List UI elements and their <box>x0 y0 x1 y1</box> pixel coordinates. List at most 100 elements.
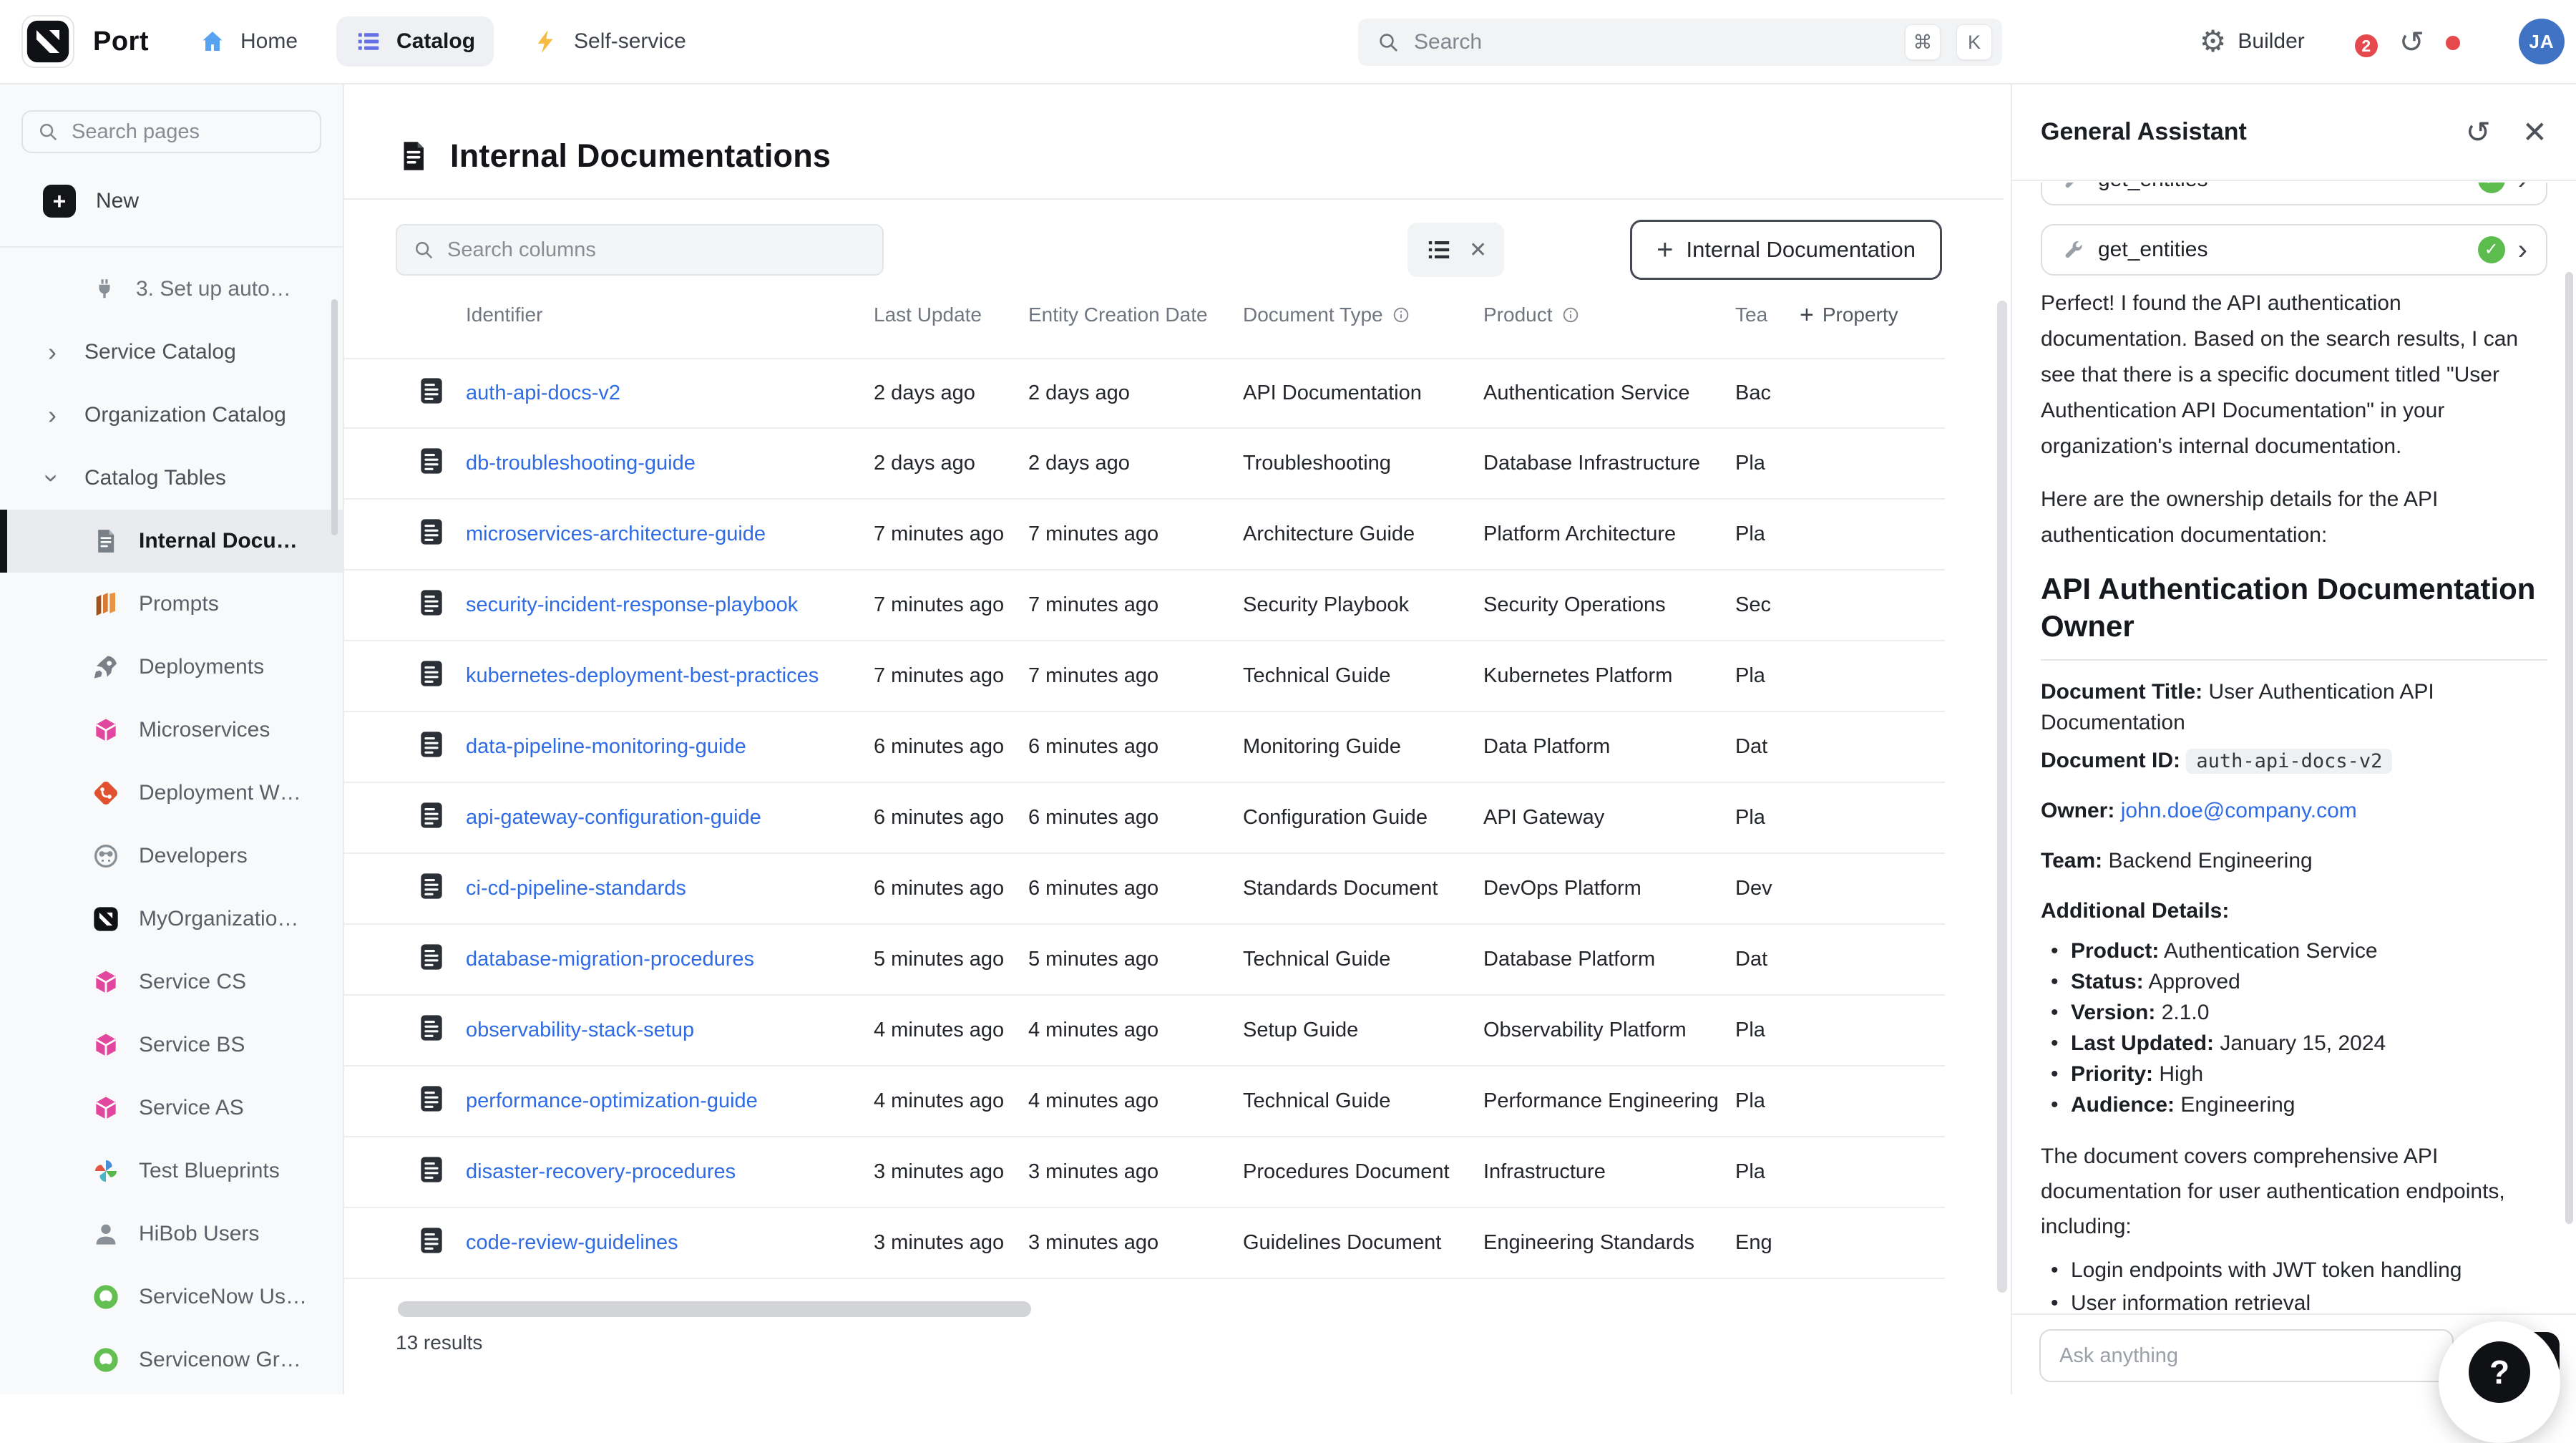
brand[interactable]: Port <box>21 15 149 68</box>
sidebar-item-service-as[interactable]: Service AS <box>0 1077 343 1140</box>
sidebar-item-deployments[interactable]: Deployments <box>0 636 343 699</box>
owner-email-link[interactable]: john.doe@company.com <box>2121 799 2357 822</box>
sidebar-item-service-cs[interactable]: Service CS <box>0 951 343 1014</box>
sidebar-item-deployment-w-[interactable]: Deployment W… <box>0 762 343 825</box>
servicenow-icon <box>92 1283 120 1311</box>
row-last-update: 4 minutes ago <box>874 1089 1028 1113</box>
tool-card[interactable]: get_entities ✓ › <box>2041 183 2547 205</box>
doc-dark-icon <box>416 1225 447 1256</box>
row-team: Pla <box>1735 452 1800 475</box>
row-identifier-link[interactable]: code-review-guidelines <box>466 1231 874 1255</box>
col-document-type[interactable]: Document Type <box>1243 303 1483 326</box>
global-search-input[interactable] <box>1414 30 1889 54</box>
sidebar-item-servicenow-gr-[interactable]: Servicenow Gr… <box>0 1328 343 1391</box>
row-team: Pla <box>1735 1089 1800 1113</box>
clear-group-icon[interactable]: ✕ <box>1469 238 1487 263</box>
row-team: Pla <box>1735 806 1800 830</box>
table-row[interactable]: ci-cd-pipeline-standards6 minutes ago6 m… <box>344 854 1945 925</box>
add-property-button[interactable]: + Property <box>1800 301 1928 329</box>
nav-tab-home[interactable]: Home <box>180 16 316 67</box>
sidebar-item-hibob-users[interactable]: HiBob Users <box>0 1202 343 1265</box>
row-identifier-link[interactable]: api-gateway-configuration-guide <box>466 806 874 830</box>
port-logo-icon <box>21 15 74 68</box>
sidebar-search-input[interactable] <box>72 120 306 144</box>
builder-button[interactable]: ⚙ Builder <box>2200 26 2305 57</box>
sidebar-item-internal-docu-[interactable]: Internal Docu… <box>0 510 343 573</box>
col-product[interactable]: Product <box>1483 303 1735 326</box>
table-row[interactable]: performance-optimization-guide4 minutes … <box>344 1067 1945 1137</box>
ask-input[interactable] <box>2039 1329 2454 1382</box>
table-scrollbar[interactable] <box>1997 301 2007 1293</box>
sidebar-item-test-blueprints[interactable]: Test Blueprints <box>0 1140 343 1202</box>
row-last-update: 2 days ago <box>874 382 1028 405</box>
row-identifier-link[interactable]: db-troubleshooting-guide <box>466 452 874 475</box>
tool-card[interactable]: get_entities ✓ › <box>2041 224 2547 276</box>
row-document-type: Procedures Document <box>1243 1160 1483 1184</box>
col-identifier[interactable]: Identifier <box>466 303 874 326</box>
sidebar-scrollbar[interactable] <box>331 299 338 535</box>
sidebar-item-service-bs[interactable]: Service BS <box>0 1014 343 1077</box>
row-document-type: Technical Guide <box>1243 1089 1483 1113</box>
search-columns[interactable] <box>396 224 884 276</box>
table-row[interactable]: observability-stack-setup4 minutes ago4 … <box>344 996 1945 1067</box>
row-identifier-link[interactable]: database-migration-procedures <box>466 948 874 971</box>
info-icon <box>1561 306 1580 324</box>
horizontal-scrollbar[interactable] <box>398 1301 1031 1317</box>
table-row[interactable]: auth-api-docs-v22 days ago2 days agoAPI … <box>344 358 1945 429</box>
col-creation-date[interactable]: Entity Creation Date <box>1028 303 1243 326</box>
table-row[interactable]: data-pipeline-monitoring-guide6 minutes … <box>344 712 1945 783</box>
col-last-update[interactable]: Last Update <box>874 303 1028 326</box>
cube-icon <box>92 1031 120 1059</box>
row-identifier-link[interactable]: kubernetes-deployment-best-practices <box>466 664 874 688</box>
sidebar-item-microservices[interactable]: Microservices <box>0 699 343 762</box>
sidebar-search[interactable] <box>21 110 321 153</box>
sidebar-item-developers[interactable]: Developers <box>0 825 343 888</box>
col-team[interactable]: Tea <box>1735 303 1800 326</box>
search-icon <box>413 239 434 261</box>
row-product: Security Operations <box>1483 593 1735 617</box>
sidebar-section-catalog-tables[interactable]: ›Catalog Tables <box>0 447 343 510</box>
row-identifier-link[interactable]: ci-cd-pipeline-standards <box>466 877 874 900</box>
table-row[interactable]: disaster-recovery-procedures3 minutes ag… <box>344 1137 1945 1208</box>
global-search[interactable]: ⌘ K <box>1358 19 2002 66</box>
sidebar-item-servicenow-us-[interactable]: ServiceNow Us… <box>0 1265 343 1328</box>
sidebar-item[interactable]: 3. Set up auto… <box>0 258 343 321</box>
reset-conversation-icon[interactable]: ↺ <box>2466 115 2491 150</box>
row-identifier-link[interactable]: observability-stack-setup <box>466 1019 874 1042</box>
table-row[interactable]: api-gateway-configuration-guide6 minutes… <box>344 783 1945 854</box>
row-identifier-link[interactable]: data-pipeline-monitoring-guide <box>466 735 874 759</box>
nav-tab-self-service[interactable]: Self-service <box>514 16 705 67</box>
table-row[interactable]: db-troubleshooting-guide2 days ago2 days… <box>344 429 1945 500</box>
table-row[interactable]: database-migration-procedures5 minutes a… <box>344 925 1945 996</box>
search-columns-input[interactable] <box>447 238 867 262</box>
table-row[interactable]: code-review-guidelines3 minutes ago3 min… <box>344 1208 1945 1279</box>
doc-dark-icon <box>416 1083 447 1114</box>
row-identifier-link[interactable]: auth-api-docs-v2 <box>466 382 874 405</box>
row-team: Sec <box>1735 593 1800 617</box>
group-by-pill[interactable]: ✕ <box>1407 223 1504 277</box>
row-identifier-link[interactable]: microservices-architecture-guide <box>466 523 874 546</box>
panel-scrollbar[interactable] <box>2565 272 2573 1224</box>
close-icon[interactable]: ✕ <box>2522 115 2547 150</box>
table-header: Identifier Last Update Entity Creation D… <box>416 285 2011 345</box>
add-entity-button[interactable]: + Internal Documentation <box>1630 220 1942 280</box>
row-identifier-link[interactable]: performance-optimization-guide <box>466 1089 874 1113</box>
kbd-cmd: ⌘ <box>1905 24 1941 60</box>
user-avatar[interactable]: JA <box>2519 19 2565 64</box>
new-button[interactable]: + New <box>43 185 343 218</box>
help-widget[interactable]: ? <box>2439 1321 2560 1443</box>
cube-icon <box>92 716 120 744</box>
table-row[interactable]: security-incident-response-playbook7 min… <box>344 570 1945 641</box>
sidebar-section-organization-catalog[interactable]: ›Organization Catalog <box>0 384 343 447</box>
sidebar-item-prompts[interactable]: Prompts <box>0 573 343 636</box>
row-identifier-link[interactable]: security-incident-response-playbook <box>466 593 874 617</box>
table-row[interactable]: kubernetes-deployment-best-practices7 mi… <box>344 641 1945 712</box>
row-identifier-link[interactable]: disaster-recovery-procedures <box>466 1160 874 1184</box>
search-icon <box>1377 31 1400 54</box>
history-button[interactable]: ↺ <box>2399 24 2424 59</box>
row-last-update: 2 days ago <box>874 452 1028 475</box>
nav-tab-catalog[interactable]: Catalog <box>336 16 494 67</box>
table-row[interactable]: microservices-architecture-guide7 minute… <box>344 500 1945 570</box>
sidebar-item-myorganizatio-[interactable]: MyOrganizatio… <box>0 888 343 951</box>
sidebar-section-service-catalog[interactable]: ›Service Catalog <box>0 321 343 384</box>
